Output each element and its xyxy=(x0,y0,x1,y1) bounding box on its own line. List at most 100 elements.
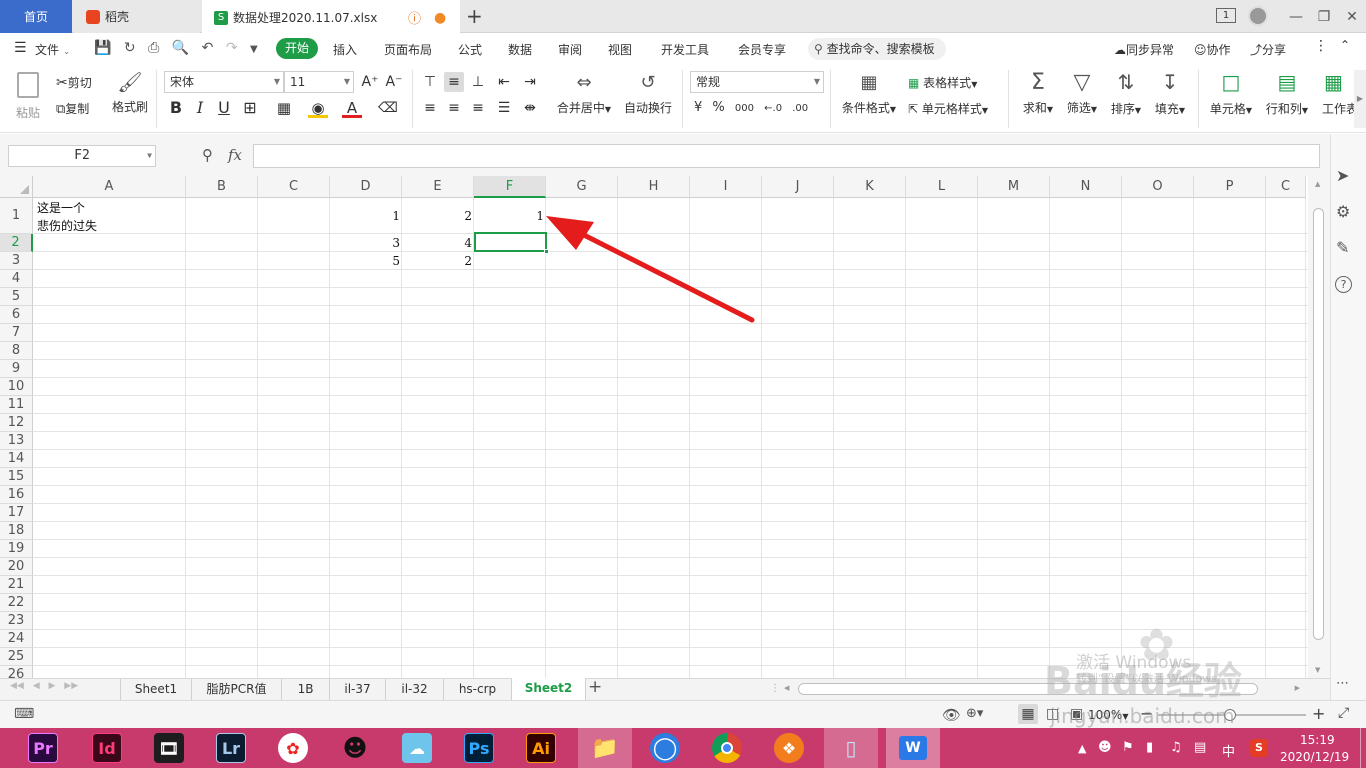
justify-icon[interactable]: ☰ xyxy=(494,98,514,118)
name-box[interactable]: F2 ▼ xyxy=(8,145,156,167)
taskbar-film-icon[interactable]: 🎞 xyxy=(154,733,184,763)
warning-icon[interactable]: ⓘ xyxy=(408,8,421,27)
menu-formulas[interactable]: 公式 xyxy=(458,41,482,58)
fullscreen-icon[interactable]: ⤢ xyxy=(1338,705,1349,721)
conditional-format-button[interactable]: ▦ 条件格式▼ xyxy=(838,72,900,116)
border-icon[interactable]: ⊞ xyxy=(240,98,260,118)
add-sheet-button[interactable]: + xyxy=(588,677,602,697)
fill-button[interactable]: ↧ 填充▼ xyxy=(1150,70,1190,117)
currency-icon[interactable]: ¥ xyxy=(694,100,702,115)
more-icon[interactable]: ⋮ xyxy=(1314,38,1328,54)
avatar[interactable] xyxy=(1248,6,1268,26)
print-preview-icon[interactable]: 🔍 xyxy=(172,40,189,56)
tab-splitter[interactable]: ⋮ xyxy=(770,683,780,694)
taskbar-chrome-icon[interactable] xyxy=(712,733,742,763)
worksheet-button[interactable]: ▦ 工作表 xyxy=(1318,70,1354,117)
input-mode-icon[interactable]: ⊕▾ xyxy=(966,706,983,721)
menu-page-layout[interactable]: 页面布局 xyxy=(384,41,432,58)
undo-icon[interactable]: ↶ xyxy=(202,40,214,56)
tray-battery-icon[interactable]: ▮ xyxy=(1146,740,1153,755)
zoom-formula-icon[interactable]: ⚲ xyxy=(202,146,213,164)
cut-button[interactable]: ✂剪切 xyxy=(56,74,92,91)
wrap-text-button[interactable]: ↺ 自动换行 xyxy=(620,72,676,116)
taskbar-lightroom[interactable]: Lr xyxy=(216,733,246,763)
cell-button[interactable]: □ 单元格▼ xyxy=(1206,70,1256,117)
print-icon[interactable]: ⎙ xyxy=(148,40,159,56)
sheet-tab-il32[interactable]: il-32 xyxy=(386,679,444,700)
share-button[interactable]: ⤴分享 xyxy=(1250,41,1286,58)
command-search[interactable]: ⚲ 查找命令、搜索模板 xyxy=(808,38,946,60)
new-tab-button[interactable]: + xyxy=(466,4,483,28)
scroll-up-icon[interactable]: ▲ xyxy=(1315,180,1320,188)
taskbar-colorful-icon[interactable]: ✿ xyxy=(278,733,308,763)
taskbar-qq-icon[interactable]: ☻ xyxy=(340,733,370,763)
sheet-tab-hscrp[interactable]: hs-crp xyxy=(444,679,512,700)
scroll-left-icon[interactable]: ◀ xyxy=(784,684,789,692)
menu-member[interactable]: 会员专享 xyxy=(738,41,786,58)
sum-button[interactable]: Σ 求和▼ xyxy=(1018,70,1058,116)
sheet-tab-pcr[interactable]: 脂肪PCR值 xyxy=(192,679,282,700)
filter-button[interactable]: ▽ 筛选▼ xyxy=(1062,70,1102,116)
italic-button[interactable]: I xyxy=(190,98,210,118)
tray-expand-icon[interactable]: ▲ xyxy=(1078,742,1086,755)
tray-qq-icon[interactable]: ☻ xyxy=(1098,740,1112,755)
format-painter-button[interactable]: 🖌 格式刷 xyxy=(110,70,150,128)
formula-input[interactable] xyxy=(253,144,1320,168)
row-col-button[interactable]: ▤ 行和列▼ xyxy=(1262,70,1312,117)
sheet-tab-sheet1[interactable]: Sheet1 xyxy=(120,679,192,700)
taskbar-indesign[interactable]: Id xyxy=(92,733,122,763)
table-style-button[interactable]: ▦ 表格样式▼ xyxy=(908,74,977,91)
tray-network-icon[interactable]: ▤ xyxy=(1194,740,1206,755)
taskbar-chat-icon[interactable]: ☁ xyxy=(402,733,432,763)
more-panel-icon[interactable]: ⋯ xyxy=(1336,676,1349,691)
macro-record-icon[interactable]: ⌨ xyxy=(14,706,34,722)
copy-button[interactable]: ⧉复制 xyxy=(56,100,89,117)
taskbar-browser-icon[interactable]: ◯ xyxy=(650,733,680,763)
menu-view[interactable]: 视图 xyxy=(608,41,632,58)
align-right-icon[interactable]: ≡ xyxy=(468,98,488,118)
scroll-thumb[interactable] xyxy=(1313,208,1324,640)
cell-style-button[interactable]: ⇱ 单元格样式▼ xyxy=(908,100,988,117)
taskbar-notes-icon[interactable]: ▯ xyxy=(824,728,878,768)
spreadsheet-grid[interactable]: ABCDEFGHIJKLMNOPC 1 2 3 4 5 6 7 8 9 10 11 12 13 14 15 1… xyxy=(0,176,1308,678)
bold-button[interactable]: B xyxy=(166,98,186,118)
taskbar-orange-icon[interactable]: ❖ xyxy=(774,733,804,763)
sheet-tab-il37[interactable]: il-37 xyxy=(330,679,386,700)
tray-sogou-icon[interactable]: S xyxy=(1250,739,1268,757)
redo-icon[interactable]: ↷ xyxy=(226,40,238,56)
menu-data[interactable]: 数据 xyxy=(508,41,532,58)
scroll-down-icon[interactable]: ▼ xyxy=(1315,666,1320,674)
close-icon[interactable]: ✕ xyxy=(1336,0,1366,33)
properties-icon[interactable]: ⚙ xyxy=(1336,202,1350,221)
styles-panel-icon[interactable]: ✎ xyxy=(1336,238,1349,257)
vertical-scrollbar[interactable]: ▲ ▼ xyxy=(1308,176,1330,678)
underline-button[interactable]: U xyxy=(214,98,234,118)
ribbon-scroll[interactable]: ▶ xyxy=(1354,70,1366,128)
decrease-font-icon[interactable]: A⁻ xyxy=(384,72,404,92)
window-badge[interactable]: 1 xyxy=(1216,8,1236,23)
taskbar-illustrator[interactable]: Ai xyxy=(526,733,556,763)
select-tool-icon[interactable]: ➤ xyxy=(1336,166,1349,185)
paste-button[interactable]: 粘贴 xyxy=(12,70,44,128)
menu-developer[interactable]: 开发工具 xyxy=(661,41,709,58)
export-icon[interactable]: ↻ xyxy=(124,40,136,56)
sheet-tab-1b[interactable]: 1B xyxy=(282,679,330,700)
taskbar-photoshop[interactable]: Ps xyxy=(464,733,494,763)
taskbar-premiere[interactable]: Pr xyxy=(28,733,58,763)
increase-font-icon[interactable]: A⁺ xyxy=(360,72,380,92)
increase-decimal-icon[interactable]: ←.0 xyxy=(764,103,782,114)
align-bottom-icon[interactable]: ⊥ xyxy=(468,72,488,92)
menu-home[interactable]: 开始 xyxy=(276,38,318,59)
menu-review[interactable]: 审阅 xyxy=(558,41,582,58)
sort-button[interactable]: ⇅ 排序▼ xyxy=(1106,70,1146,117)
zoom-in-button[interactable]: + xyxy=(1312,704,1325,723)
distribute-icon[interactable]: ⇼ xyxy=(520,98,540,118)
align-middle-icon[interactable]: ≡ xyxy=(444,72,464,92)
fill-style-icon[interactable]: ▦ xyxy=(274,98,294,118)
tab-file[interactable]: S 数据处理2020.11.07.xlsx ⓘ ● xyxy=(202,0,460,33)
fx-button[interactable]: fx xyxy=(228,146,242,164)
indent-decrease-icon[interactable]: ⇤ xyxy=(494,72,514,92)
collapse-ribbon-icon[interactable]: ⌃ xyxy=(1340,38,1350,52)
thousands-icon[interactable]: 000 xyxy=(735,103,754,114)
normal-view-icon[interactable]: ▦ xyxy=(1018,704,1038,724)
